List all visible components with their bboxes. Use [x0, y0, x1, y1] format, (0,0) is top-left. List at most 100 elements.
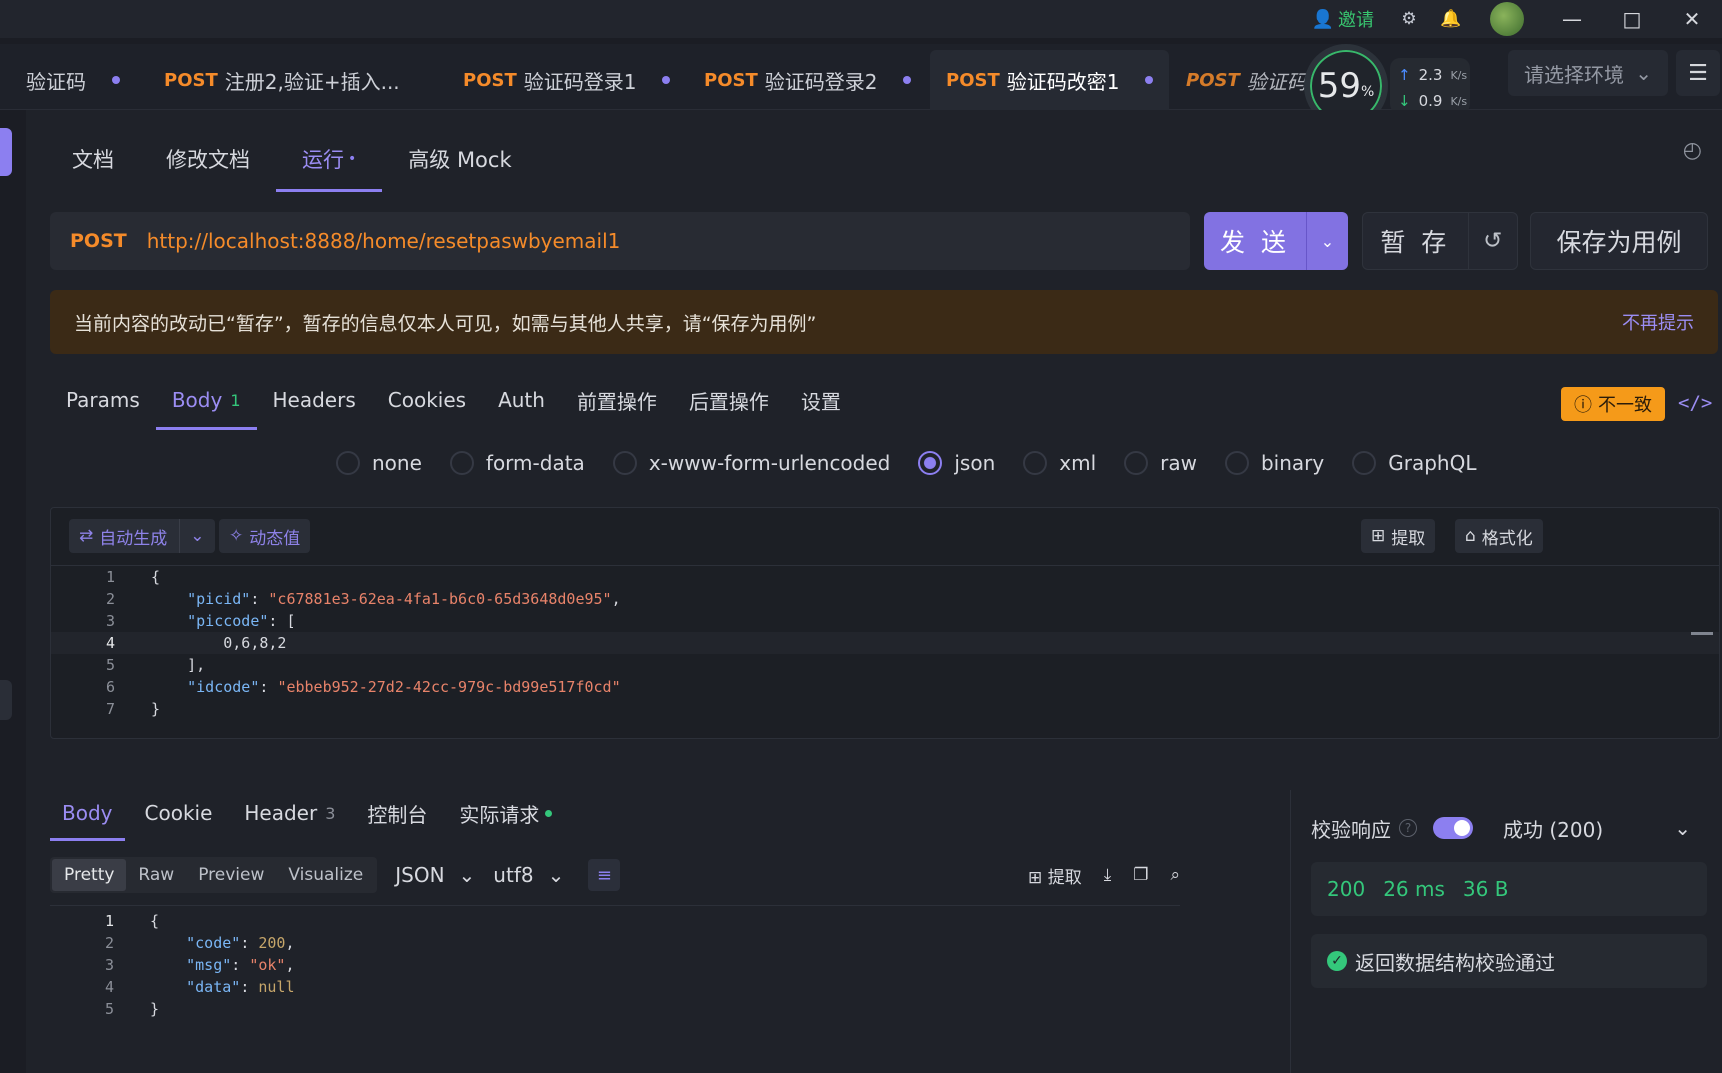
validation-toggle[interactable] [1433, 817, 1473, 839]
save-as-case-button[interactable]: 保存为用例 [1530, 212, 1708, 270]
validation-panel: 校验响应 ? 成功 (200) ⌄ 200 26 ms 36 B ✓ 返回数据结… [1290, 790, 1722, 1073]
save-temp-button[interactable]: 暂 存 [1363, 223, 1468, 259]
tab-settings[interactable]: 设置 [785, 370, 857, 430]
environment-select[interactable]: 请选择环境 ⌄ [1508, 50, 1668, 96]
help-icon[interactable]: ? [1399, 819, 1417, 837]
reset-icon[interactable]: ↺ [1467, 212, 1517, 270]
wrap-lines-icon[interactable]: ≡ [588, 859, 621, 891]
code-line: 5 ], [51, 654, 1719, 676]
close-icon[interactable]: ✕ [1662, 0, 1722, 38]
tab-post-actions[interactable]: 后置操作 [673, 370, 785, 430]
gauge-unit: % [1360, 84, 1375, 100]
scrollbar[interactable] [1691, 632, 1713, 635]
radio-circle [612, 451, 637, 475]
format-select[interactable]: JSON ⌄ [395, 863, 475, 887]
view-preview[interactable]: Preview [186, 859, 276, 891]
sidebar-active-marker[interactable] [0, 128, 12, 176]
method-select[interactable]: POST [70, 230, 127, 252]
save-temp-group: 暂 存 ↺ [1362, 212, 1518, 270]
response-panel: Body Cookie Header 3 控制台 实际请求 Pretty Raw … [50, 785, 1200, 1073]
response-size: 36 B [1462, 877, 1509, 901]
encoding-select[interactable]: utf8 ⌄ [493, 863, 564, 887]
tab-actual-request[interactable]: 实际请求 [447, 785, 564, 841]
tab-body[interactable]: Body 1 [155, 370, 257, 430]
tab-console[interactable]: 控制台 [355, 785, 439, 841]
format-button[interactable]: ⌂ 格式化 [1455, 519, 1543, 553]
radio-label: form-data [485, 451, 585, 475]
inconsistent-label: 不一致 [1598, 395, 1652, 416]
request-tab[interactable]: POST 验证码登录1 [463, 50, 671, 110]
url-input[interactable]: http://localhost:8888/home/resetpaswbyem… [147, 229, 621, 253]
response-body-code[interactable]: 1{ 2 "code": 200, 3 "msg": "ok", 4 "data… [50, 905, 1180, 1073]
tab-label: Auth [498, 388, 545, 412]
url-bar[interactable]: POST http://localhost:8888/home/resetpas… [50, 212, 1190, 270]
download-icon[interactable]: ⤓ [1104, 865, 1112, 885]
tab-edit-docs[interactable]: 修改文档 [140, 126, 276, 192]
dismiss-notice-link[interactable]: 不再提示 [1622, 309, 1694, 335]
sidebar-handle[interactable] [0, 680, 12, 720]
chevron-down-icon[interactable]: ⌄ [1674, 816, 1691, 840]
tab-headers[interactable]: Headers [257, 370, 372, 430]
tab-params[interactable]: Params [50, 370, 156, 430]
radio-graphql[interactable]: GraphQL [1352, 451, 1476, 475]
radio-form-data[interactable]: form-data [449, 451, 585, 475]
line-number: 1 [105, 568, 115, 586]
request-tab[interactable]: POST 注册2,验证+插入... [164, 50, 400, 110]
encoding-value: utf8 [493, 863, 534, 887]
dynamic-value-button[interactable]: ✧ 动态值 [219, 519, 311, 553]
bell-icon[interactable]: 🔔 [1430, 0, 1472, 38]
radio-none[interactable]: none [336, 451, 422, 475]
validation-status[interactable]: 成功 (200) [1503, 814, 1603, 843]
request-tab[interactable]: POST 验证码登录2 [704, 50, 912, 110]
code-icon[interactable]: </> [1678, 392, 1712, 414]
chevron-down-icon[interactable]: ⌄ [179, 519, 214, 553]
tab-method: POST [1186, 69, 1240, 91]
avatar[interactable] [1490, 2, 1524, 36]
auto-generate-button[interactable]: ⇄ 自动生成 ⌄ [69, 519, 215, 553]
inconsistent-badge[interactable]: ⓘ 不一致 [1561, 387, 1665, 421]
request-tab-active[interactable]: POST 验证码改密1 [930, 50, 1170, 110]
tab-response-header[interactable]: Header 3 [232, 785, 347, 841]
gauge-percent: 59 [1317, 66, 1361, 106]
radio-binary[interactable]: binary [1224, 451, 1324, 475]
invite-button[interactable]: 👤 邀请 [1312, 0, 1388, 38]
request-body-code[interactable]: 1{ 2 "picid": "c67881e3-62ea-4fa1-b6c0-6… [51, 566, 1719, 720]
tab-label: Body [62, 801, 113, 825]
tab-response-cookie[interactable]: Cookie [133, 785, 225, 841]
settings-icon[interactable]: ⚙ [1388, 0, 1430, 38]
code-line: 6 "idcode": "ebbeb952-27d2-42cc-979c-bd9… [51, 676, 1719, 698]
maximize-icon[interactable]: □ [1602, 0, 1662, 38]
radio-json[interactable]: json [918, 451, 995, 475]
radio-circle [1224, 451, 1249, 475]
upload-value: 2.3 [1418, 66, 1443, 84]
extract-button[interactable]: ⊞ 提取 [1361, 519, 1436, 553]
tab-auth[interactable]: Auth [482, 370, 561, 430]
tab-advanced-mock[interactable]: 高级 Mock [382, 126, 537, 192]
radio-xml[interactable]: xml [1023, 451, 1096, 475]
line-number: 2 [104, 934, 114, 952]
tab-cookies[interactable]: Cookies [372, 370, 482, 430]
history-icon[interactable]: ◴ [1683, 138, 1702, 163]
notice-text: 当前内容的改动已“暂存”，暂存的信息仅本人可见，如需与其他人共享，请“保存为用例… [74, 312, 817, 335]
radio-raw[interactable]: raw [1124, 451, 1197, 475]
request-section-tabs: Params Body 1 Headers Cookies Auth 前置操作 后… [50, 370, 857, 430]
tab-run[interactable]: 运行 • [276, 126, 383, 192]
tab-pre-actions[interactable]: 前置操作 [561, 370, 673, 430]
radio-urlencoded[interactable]: x-www-form-urlencoded [612, 451, 890, 475]
app-window: 👤 邀请 ⚙ 🔔 — □ ✕ 验证码 POST 注册2,验证+插入... POS… [0, 0, 1722, 1073]
view-visualize[interactable]: Visualize [276, 859, 375, 891]
hamburger-menu-icon[interactable]: ☰ [1676, 50, 1720, 96]
tab-docs[interactable]: 文档 [46, 126, 140, 192]
send-button[interactable]: 发 送 [1204, 223, 1306, 259]
view-pretty[interactable]: Pretty [52, 859, 127, 891]
minimize-icon[interactable]: — [1542, 0, 1602, 38]
radio-circle [1023, 451, 1048, 475]
request-tab[interactable]: 验证码 [26, 50, 120, 110]
view-raw[interactable]: Raw [126, 859, 186, 891]
chevron-down-icon[interactable]: ⌄ [1306, 212, 1348, 270]
copy-icon[interactable]: ❐ [1133, 865, 1148, 885]
search-icon[interactable]: ⌕ [1170, 865, 1180, 885]
code-text: "msg": "ok", [186, 956, 295, 974]
tab-response-body[interactable]: Body [50, 785, 125, 841]
extract-button[interactable]: ⊞ 提取 [1028, 863, 1082, 888]
